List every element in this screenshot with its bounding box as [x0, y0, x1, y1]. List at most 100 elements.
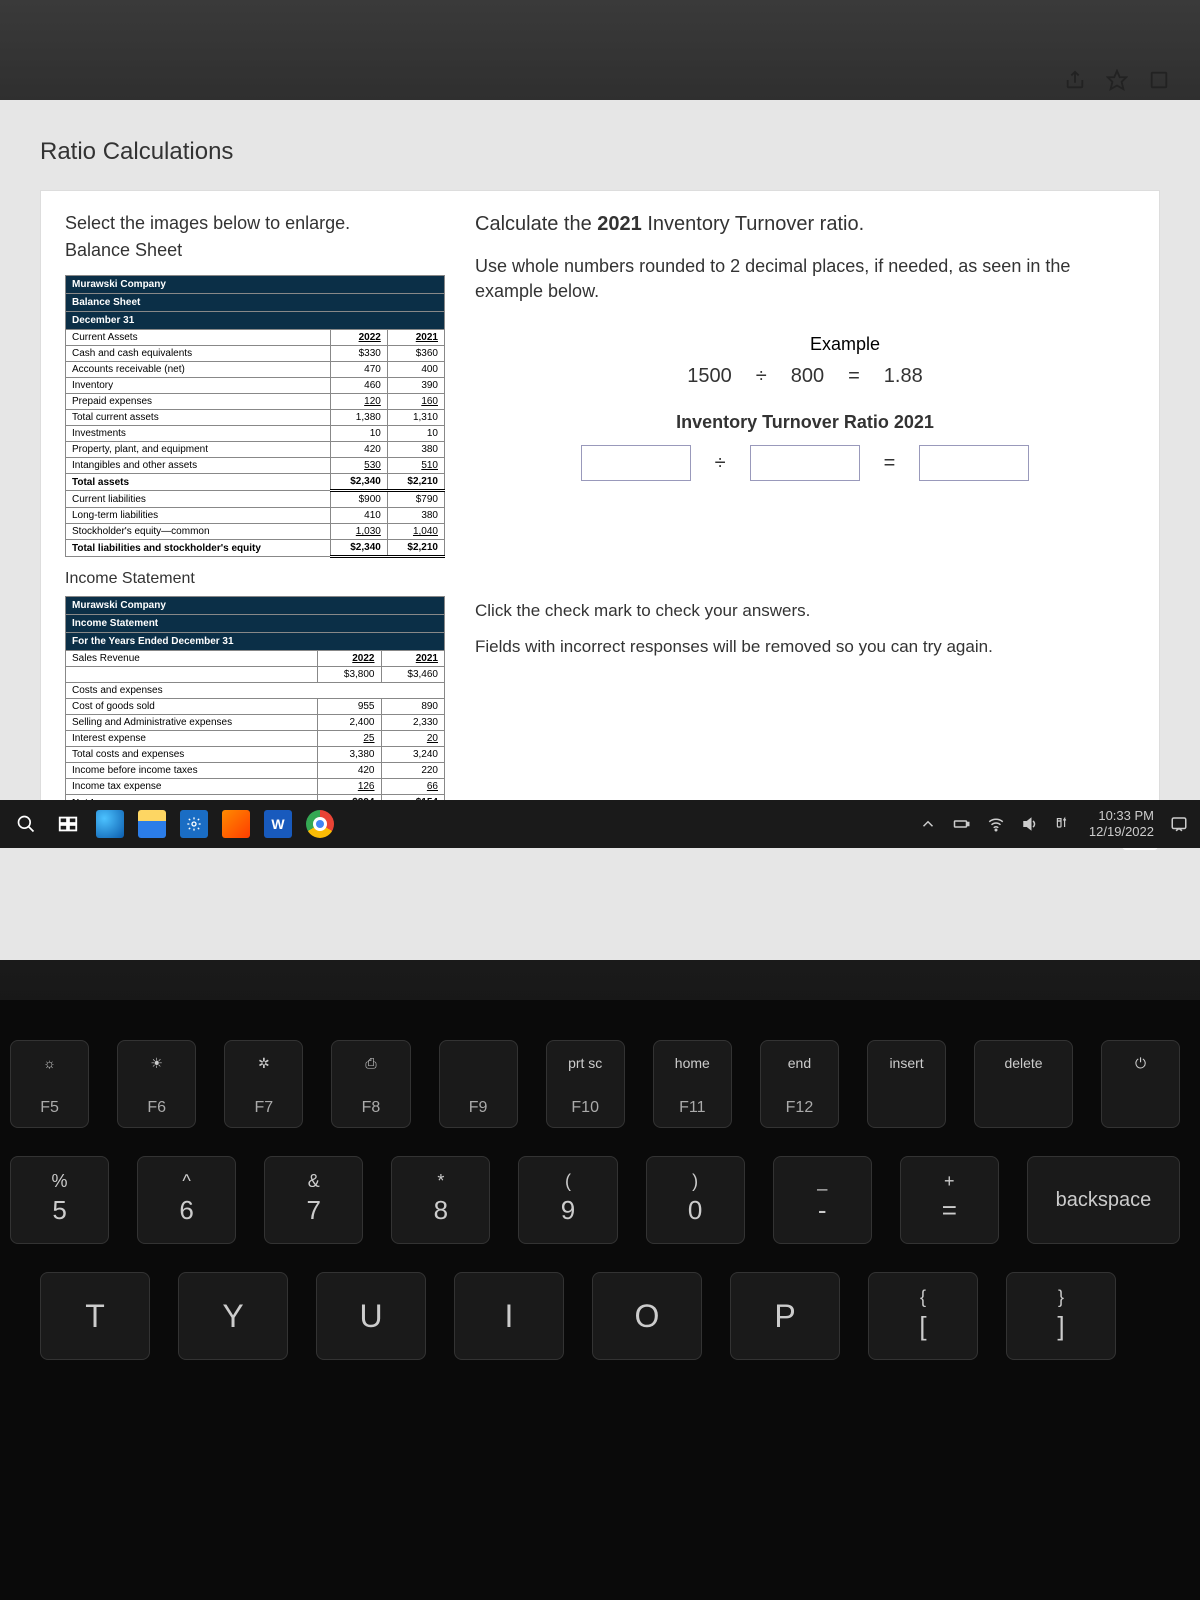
app-icon-1[interactable]: [222, 810, 250, 838]
fin-row-label: Accounts receivable (net): [66, 362, 331, 378]
battery-icon[interactable]: [953, 815, 971, 833]
ex-a: 1500: [687, 365, 732, 388]
number-row: %5^6&7*8(9)0_-+=backspace: [10, 1156, 1180, 1244]
denominator-input[interactable]: [750, 445, 860, 481]
notification-icon[interactable]: [1170, 815, 1188, 833]
fin-row-label: Cash and cash equivalents: [66, 346, 331, 362]
is-costs-title: Costs and expenses: [66, 683, 445, 699]
chrome-icon[interactable]: [306, 810, 334, 838]
usb-icon[interactable]: [1055, 815, 1073, 833]
key-f9: F9: [439, 1040, 518, 1128]
bs-section-current-assets: Current Assets: [66, 330, 331, 346]
key-9: (9: [518, 1156, 617, 1244]
fin-row-v21: $2,210: [387, 540, 444, 557]
table-row: Interest expense2520: [66, 731, 445, 747]
bs-section-investments: Investments: [66, 426, 331, 442]
fin-row-v22: 126: [318, 779, 381, 795]
card-left: Select the images below to enlarge. Bala…: [65, 213, 445, 813]
key-bracket: }]: [1006, 1272, 1116, 1360]
bs-col-2021: 2021: [387, 330, 444, 346]
fin-row-v21: 1,040: [387, 524, 444, 540]
key-i: I: [454, 1272, 564, 1360]
fin-row-label: Property, plant, and equipment: [66, 442, 331, 458]
bs-cl-21: $790: [387, 491, 444, 508]
key-y: Y: [178, 1272, 288, 1360]
fin-row-v21: 220: [381, 763, 445, 779]
numerator-input[interactable]: [581, 445, 691, 481]
balance-sheet-table[interactable]: Murawski Company Balance Sheet December …: [65, 275, 445, 558]
bs-section-current-liab: Current liabilities: [66, 491, 331, 508]
fin-row-label: Total liabilities and stockholder's equi…: [66, 540, 331, 557]
fin-row-v21: 20: [381, 731, 445, 747]
fin-row-v21: $2,210: [387, 474, 444, 491]
key-=: +=: [900, 1156, 999, 1244]
wifi-icon[interactable]: [987, 815, 1005, 833]
enlarge-instruction: Select the images below to enlarge.: [65, 213, 445, 234]
fin-row-v22: 470: [330, 362, 387, 378]
fin-row-label: Intangibles and other assets: [66, 458, 331, 474]
table-row: Intangibles and other assets530510: [66, 458, 445, 474]
fin-row-label: Selling and Administrative expenses: [66, 715, 318, 731]
task-view-icon[interactable]: [54, 810, 82, 838]
settings-icon[interactable]: [180, 810, 208, 838]
equals-symbol-2: =: [884, 452, 896, 475]
form-title: Inventory Turnover Ratio 2021: [475, 412, 1135, 433]
volume-icon[interactable]: [1021, 815, 1039, 833]
is-hdr-co: Murawski Company: [66, 597, 445, 615]
fin-row-v22: 1,380: [330, 410, 387, 426]
result-input[interactable]: [919, 445, 1029, 481]
income-statement-table[interactable]: Murawski Company Income Statement For th…: [65, 596, 445, 813]
example-label: Example: [555, 334, 1135, 355]
star-icon[interactable]: [1106, 69, 1128, 91]
edge-icon[interactable]: [96, 810, 124, 838]
bs-hdr-co: Murawski Company: [66, 276, 445, 294]
key-backspace: backspace: [1027, 1156, 1180, 1244]
ex-c: 1.88: [884, 365, 923, 388]
is-col-2022: 2022: [318, 651, 381, 667]
card-right: Calculate the 2021 Inventory Turnover ra…: [475, 213, 1135, 813]
fin-row-v22: 460: [330, 378, 387, 394]
fin-row-label: Total assets: [66, 474, 331, 491]
key-power: ⏻: [1101, 1040, 1180, 1128]
search-icon[interactable]: [12, 810, 40, 838]
answer-row: ÷ =: [475, 445, 1135, 481]
fin-row-v22: $2,340: [330, 474, 387, 491]
table-row: Total current assets1,3801,310: [66, 410, 445, 426]
fin-row-v21: 66: [381, 779, 445, 795]
fin-row-v21: 400: [387, 362, 444, 378]
table-row: Prepaid expenses120160: [66, 394, 445, 410]
fin-row-v21: 510: [387, 458, 444, 474]
chevron-up-icon[interactable]: [919, 815, 937, 833]
fin-row-v21: $360: [387, 346, 444, 362]
table-row: Long-term liabilities410380: [66, 508, 445, 524]
bs-hdr-title: Balance Sheet: [66, 294, 445, 312]
fin-row-v22: 3,380: [318, 747, 381, 763]
is-row-sales: Sales Revenue: [66, 651, 318, 667]
fin-row-v22: $2,340: [330, 540, 387, 557]
share-icon[interactable]: [1064, 69, 1086, 91]
table-row: Property, plant, and equipment420380: [66, 442, 445, 458]
balance-sheet-label: Balance Sheet: [65, 240, 445, 261]
fin-row-v22: 955: [318, 699, 381, 715]
key-6: ^6: [137, 1156, 236, 1244]
file-explorer-icon[interactable]: [138, 810, 166, 838]
table-row: Total costs and expenses3,3803,240: [66, 747, 445, 763]
clock[interactable]: 10:33 PM 12/19/2022: [1089, 808, 1154, 839]
fin-row-label: Stockholder's equity—common: [66, 524, 331, 540]
fin-row-v22: 420: [330, 442, 387, 458]
table-row: Cost of goods sold955890: [66, 699, 445, 715]
hint-check: Click the check mark to check your answe…: [475, 601, 1135, 621]
card: Select the images below to enlarge. Bala…: [40, 190, 1160, 838]
fin-row-label: Interest expense: [66, 731, 318, 747]
word-icon[interactable]: W: [264, 810, 292, 838]
key-f6: ☀F6: [117, 1040, 196, 1128]
date-text: 12/19/2022: [1089, 824, 1154, 840]
fin-row-label: Inventory: [66, 378, 331, 394]
fin-row-v22: 25: [318, 731, 381, 747]
task-title: Calculate the 2021 Inventory Turnover ra…: [475, 213, 1135, 236]
is-sales-22: $3,800: [318, 667, 381, 683]
tab-icon[interactable]: [1148, 69, 1170, 91]
is-hdr-title: Income Statement: [66, 615, 445, 633]
divide-symbol-2: ÷: [715, 452, 726, 475]
equals-symbol: =: [848, 365, 860, 388]
